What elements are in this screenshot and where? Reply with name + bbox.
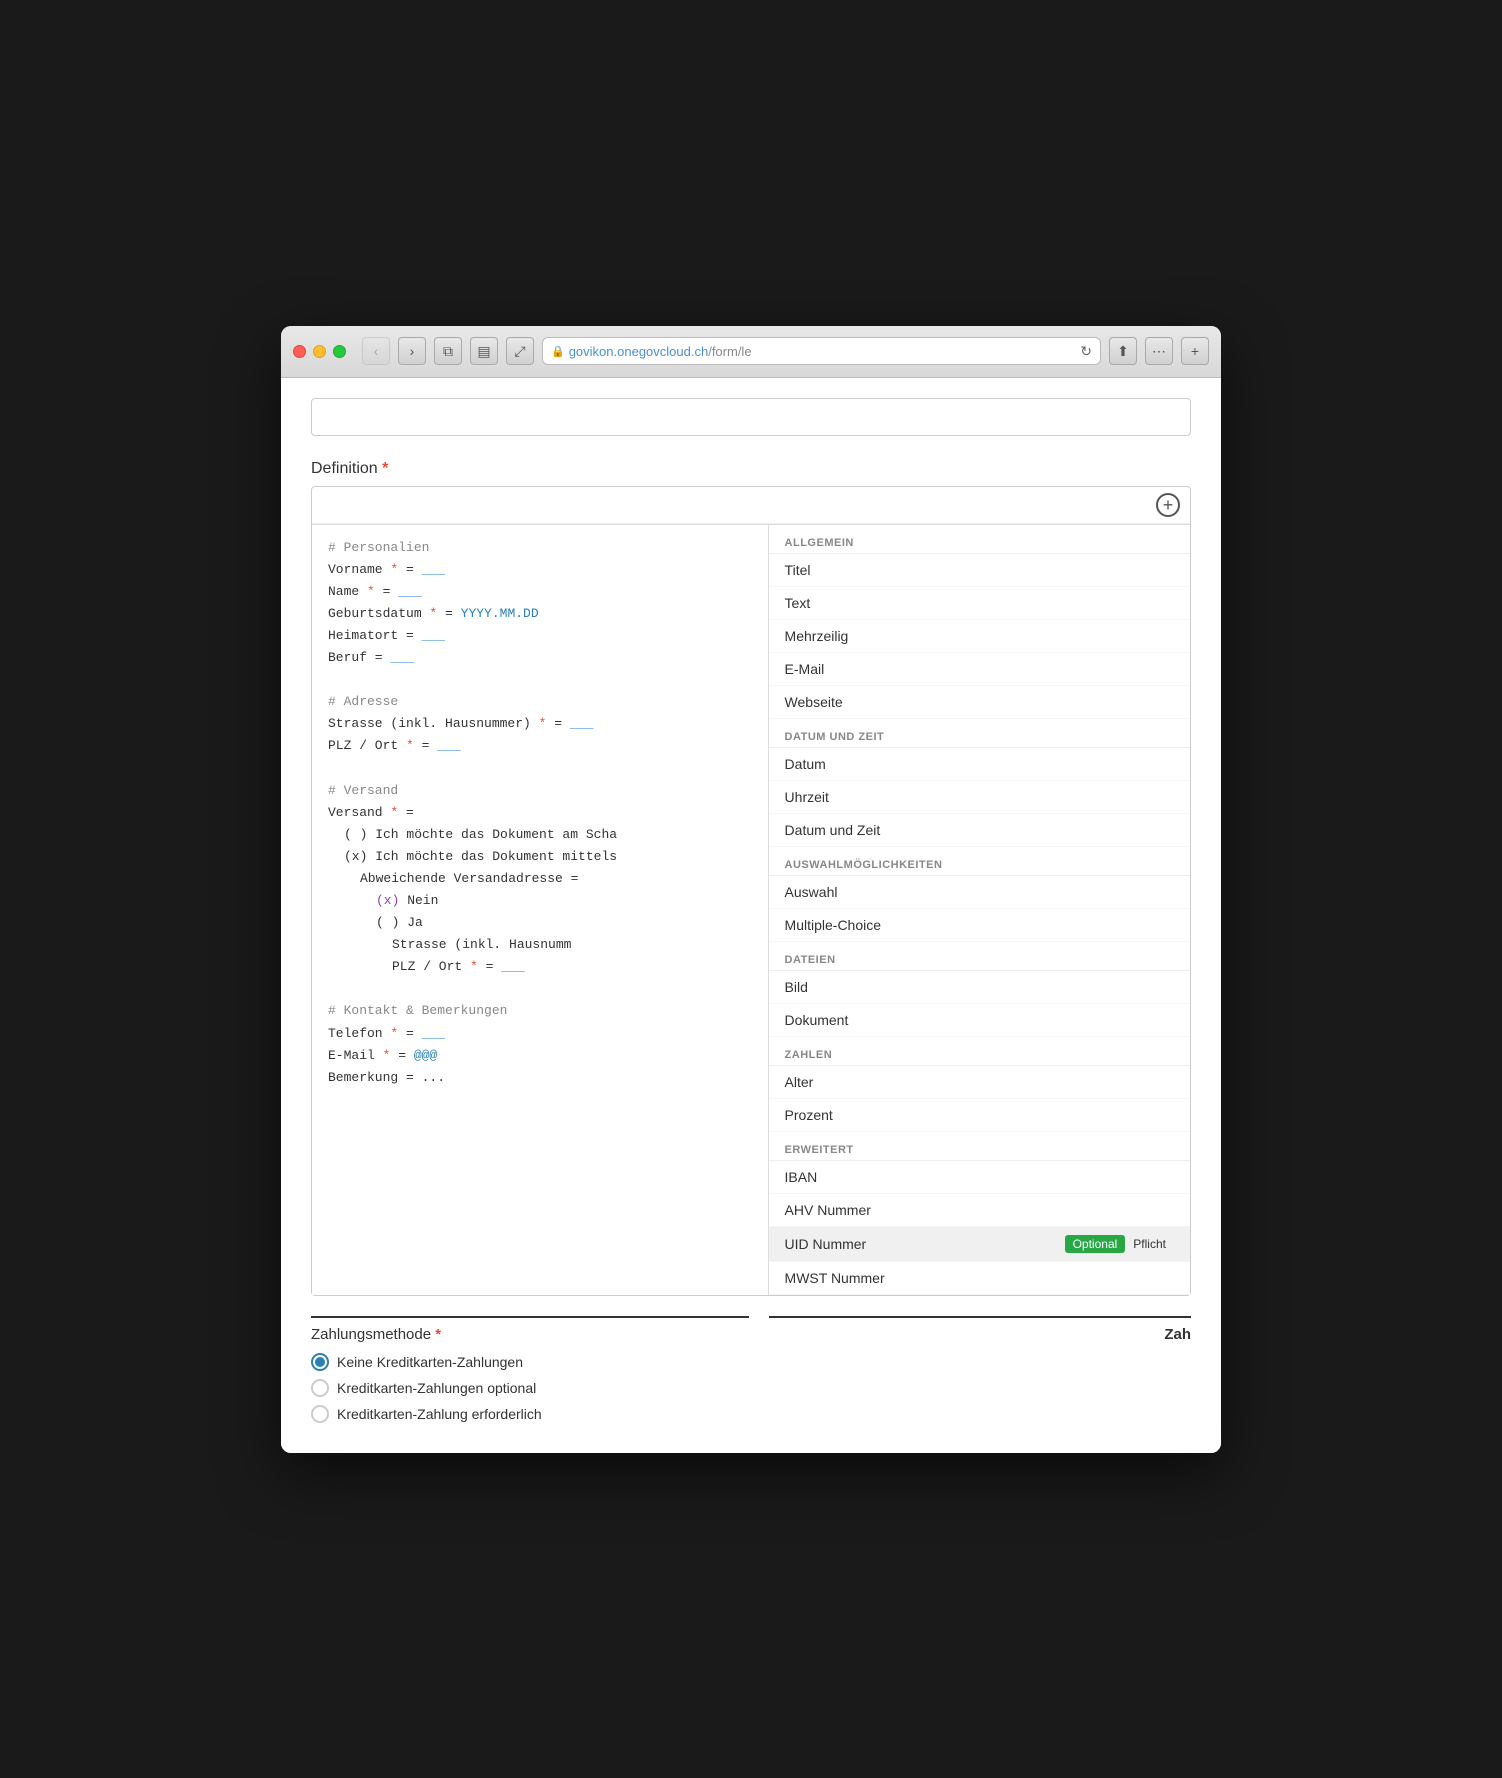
split-pane: # Personalien Vorname * = ___ Name * = _… <box>312 524 1190 1295</box>
menu-item-auswahl[interactable]: Auswahl <box>769 876 1190 909</box>
code-line: Beruf = ___ <box>328 647 752 669</box>
right-section: Zah <box>769 1300 1191 1423</box>
menu-section-auswahl: AUSWAHLMÖGLICHKEITEN <box>769 851 1190 876</box>
code-pane: # Personalien Vorname * = ___ Name * = _… <box>312 525 769 1295</box>
definition-label: Definition * <box>311 460 1191 478</box>
sidebar-button[interactable]: ▤ <box>470 337 498 365</box>
menu-item-titel[interactable]: Titel <box>769 554 1190 587</box>
add-field-button[interactable]: + <box>1156 493 1180 517</box>
radio-item-none[interactable]: Keine Kreditkarten-Zahlungen <box>311 1353 749 1371</box>
code-line: (x) Ich möchte das Dokument mittels <box>328 846 752 868</box>
share-button[interactable]: ⬆ <box>1109 337 1137 365</box>
titlebar: ‹ › ⧉ ▤ ⤢ 🔒 govikon.onegovcloud.ch/form/… <box>281 326 1221 378</box>
code-line: Telefon * = ___ <box>328 1023 752 1045</box>
traffic-lights <box>293 345 346 358</box>
maximize-button[interactable] <box>333 345 346 358</box>
bottom-section: Zahlungsmethode * Keine Kreditkarten-Zah… <box>311 1300 1191 1423</box>
menu-section-allgemein: ALLGEMEIN <box>769 529 1190 554</box>
code-line: Name * = ___ <box>328 581 752 603</box>
menu-section-datum: DATUM UND ZEIT <box>769 723 1190 748</box>
menu-item-iban[interactable]: IBAN <box>769 1161 1190 1194</box>
code-line: # Versand <box>328 780 752 802</box>
browser-content: Definition * + # Personalien Vorname * =… <box>281 378 1221 1453</box>
code-line: # Adresse <box>328 691 752 713</box>
definition-area: + # Personalien Vorname * = ___ Name * =… <box>311 486 1191 1296</box>
zahlung-label: Zahlungsmethode * <box>311 1326 749 1343</box>
menu-item-mwst[interactable]: MWST Nummer <box>769 1262 1190 1295</box>
code-line: E-Mail * = @@@ <box>328 1045 752 1067</box>
add-tab-button[interactable]: + <box>1181 337 1209 365</box>
code-line: ( ) Ja <box>328 912 752 934</box>
code-line: Geburtsdatum * = YYYY.MM.DD <box>328 603 752 625</box>
menu-section-erweitert: ERWEITERT <box>769 1136 1190 1161</box>
code-line: ( ) Ich möchte das Dokument am Scha <box>328 824 752 846</box>
refresh-button[interactable]: ↻ <box>1080 343 1092 360</box>
back-button[interactable]: ‹ <box>362 337 390 365</box>
menu-item-datum[interactable]: Datum <box>769 748 1190 781</box>
forward-button[interactable]: › <box>398 337 426 365</box>
more-button[interactable]: ⋯ <box>1145 337 1173 365</box>
radio-circle <box>311 1405 329 1423</box>
radio-item-optional[interactable]: Kreditkarten-Zahlungen optional <box>311 1379 749 1397</box>
code-line <box>328 978 752 1000</box>
menu-pane: ALLGEMEIN Titel Text Mehrzeilig E-Mail W… <box>769 525 1190 1295</box>
code-line: Versand * = <box>328 802 752 824</box>
code-line <box>328 757 752 779</box>
copy-button[interactable]: ⧉ <box>434 337 462 365</box>
radio-dot <box>315 1357 325 1367</box>
menu-item-prozent[interactable]: Prozent <box>769 1099 1190 1132</box>
code-line: Bemerkung = ... <box>328 1067 752 1089</box>
code-line: Strasse (inkl. Hausnummer) * = ___ <box>328 713 752 735</box>
url-text: govikon.onegovcloud.ch/form/le <box>569 344 1077 359</box>
code-line: Abweichende Versandadresse = <box>328 868 752 890</box>
menu-item-datum-und-zeit[interactable]: Datum und Zeit <box>769 814 1190 847</box>
badge-optional[interactable]: Optional <box>1065 1235 1126 1253</box>
menu-item-mehrzeilig[interactable]: Mehrzeilig <box>769 620 1190 653</box>
menu-item-bild[interactable]: Bild <box>769 971 1190 1004</box>
menu-item-email[interactable]: E-Mail <box>769 653 1190 686</box>
lock-icon: 🔒 <box>551 345 565 358</box>
definition-header: + <box>312 487 1190 524</box>
code-line <box>328 669 752 691</box>
menu-item-uid[interactable]: UID Nummer Optional Pflicht <box>769 1227 1190 1262</box>
address-bar[interactable]: 🔒 govikon.onegovcloud.ch/form/le ↻ <box>542 337 1101 365</box>
menu-item-webseite[interactable]: Webseite <box>769 686 1190 719</box>
menu-item-dokument[interactable]: Dokument <box>769 1004 1190 1037</box>
menu-item-ahv[interactable]: AHV Nummer <box>769 1194 1190 1227</box>
radio-circle <box>311 1379 329 1397</box>
badge-pflicht[interactable]: Pflicht <box>1125 1235 1174 1253</box>
radio-group: Keine Kreditkarten-Zahlungen Kreditkarte… <box>311 1353 749 1423</box>
radio-circle <box>311 1353 329 1371</box>
menu-section-zahlen: ZAHLEN <box>769 1041 1190 1066</box>
close-button[interactable] <box>293 345 306 358</box>
menu-item-alter[interactable]: Alter <box>769 1066 1190 1099</box>
minimize-button[interactable] <box>313 345 326 358</box>
radio-item-required[interactable]: Kreditkarten-Zahlung erforderlich <box>311 1405 749 1423</box>
code-line: Vorname * = ___ <box>328 559 752 581</box>
code-line: Strasse (inkl. Hausnumm <box>328 934 752 956</box>
code-line: # Kontakt & Bemerkungen <box>328 1000 752 1022</box>
menu-item-multiple-choice[interactable]: Multiple-Choice <box>769 909 1190 942</box>
browser-window: ‹ › ⧉ ▤ ⤢ 🔒 govikon.onegovcloud.ch/form/… <box>281 326 1221 1453</box>
menu-item-text[interactable]: Text <box>769 587 1190 620</box>
zahlung-header: Zah <box>769 1326 1191 1343</box>
left-section: Zahlungsmethode * Keine Kreditkarten-Zah… <box>311 1300 769 1423</box>
fullscreen-button[interactable]: ⤢ <box>506 337 534 365</box>
code-line: Heimatort = ___ <box>328 625 752 647</box>
menu-section-dateien: DATEIEN <box>769 946 1190 971</box>
top-input-bar[interactable] <box>311 398 1191 436</box>
menu-item-uhrzeit[interactable]: Uhrzeit <box>769 781 1190 814</box>
divider <box>311 1316 749 1318</box>
code-line: PLZ / Ort * = ___ <box>328 956 752 978</box>
code-line: PLZ / Ort * = ___ <box>328 735 752 757</box>
code-line: (x) Nein <box>328 890 752 912</box>
divider-right <box>769 1316 1191 1318</box>
code-line: # Personalien <box>328 537 752 559</box>
